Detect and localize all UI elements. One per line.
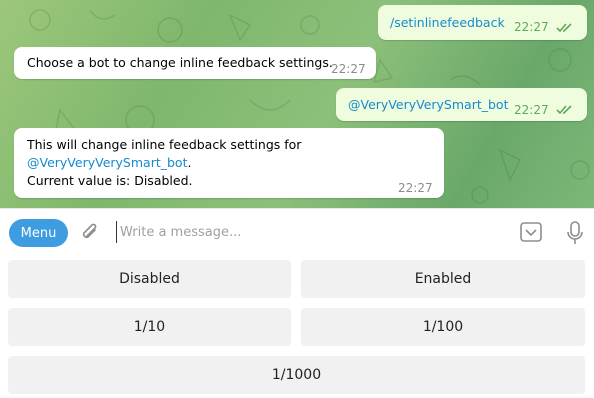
paperclip-icon[interactable] — [80, 222, 100, 244]
chat-area: /setinlinefeedback 22:27 Choose a bot to… — [0, 0, 594, 208]
keyboard-button-1-1000[interactable]: 1/1000 — [8, 356, 585, 394]
menu-button[interactable]: Menu — [9, 219, 68, 247]
keyboard-button-enabled[interactable]: Enabled — [301, 260, 585, 298]
bot-keyboard-icon[interactable] — [519, 221, 543, 243]
bot-reply-keyboard: Disabled Enabled 1/10 1/100 1/1000 — [0, 254, 594, 398]
message-time: 22:27 — [398, 181, 433, 195]
message-time: 22:27 — [514, 20, 549, 34]
mention-period: . — [187, 155, 192, 170]
keyboard-button-1-100[interactable]: 1/100 — [301, 308, 585, 346]
keyboard-button-1-10[interactable]: 1/10 — [8, 308, 291, 346]
message-time: 22:27 — [514, 103, 549, 117]
microphone-icon[interactable] — [565, 220, 585, 246]
message-text-line-1: This will change inline feedback setting… — [27, 137, 302, 152]
incoming-message-current-value: This will change inline feedback setting… — [14, 128, 444, 198]
message-composer: Menu — [0, 208, 594, 254]
command-text[interactable]: /setinlinefeedback — [390, 14, 505, 32]
incoming-message-prompt: Choose a bot to change inline feedback s… — [14, 47, 376, 79]
message-input[interactable] — [116, 221, 496, 243]
message-text: Choose a bot to change inline feedback s… — [27, 55, 333, 70]
message-text-line-3: Current value is: Disabled. — [27, 173, 193, 188]
outgoing-message-bot-mention[interactable]: @VeryVeryVerySmart_bot 22:27 — [336, 88, 587, 121]
bot-mention-link[interactable]: @VeryVeryVerySmart_bot — [27, 155, 187, 170]
message-time: 22:27 — [331, 62, 366, 76]
outgoing-message-command[interactable]: /setinlinefeedback 22:27 — [378, 5, 587, 40]
double-check-icon — [556, 105, 572, 115]
message-text-line-2: @VeryVeryVerySmart_bot. — [27, 154, 191, 172]
bot-mention-link[interactable]: @VeryVeryVerySmart_bot — [348, 96, 508, 114]
keyboard-button-disabled[interactable]: Disabled — [8, 260, 291, 298]
double-check-icon — [556, 23, 572, 33]
